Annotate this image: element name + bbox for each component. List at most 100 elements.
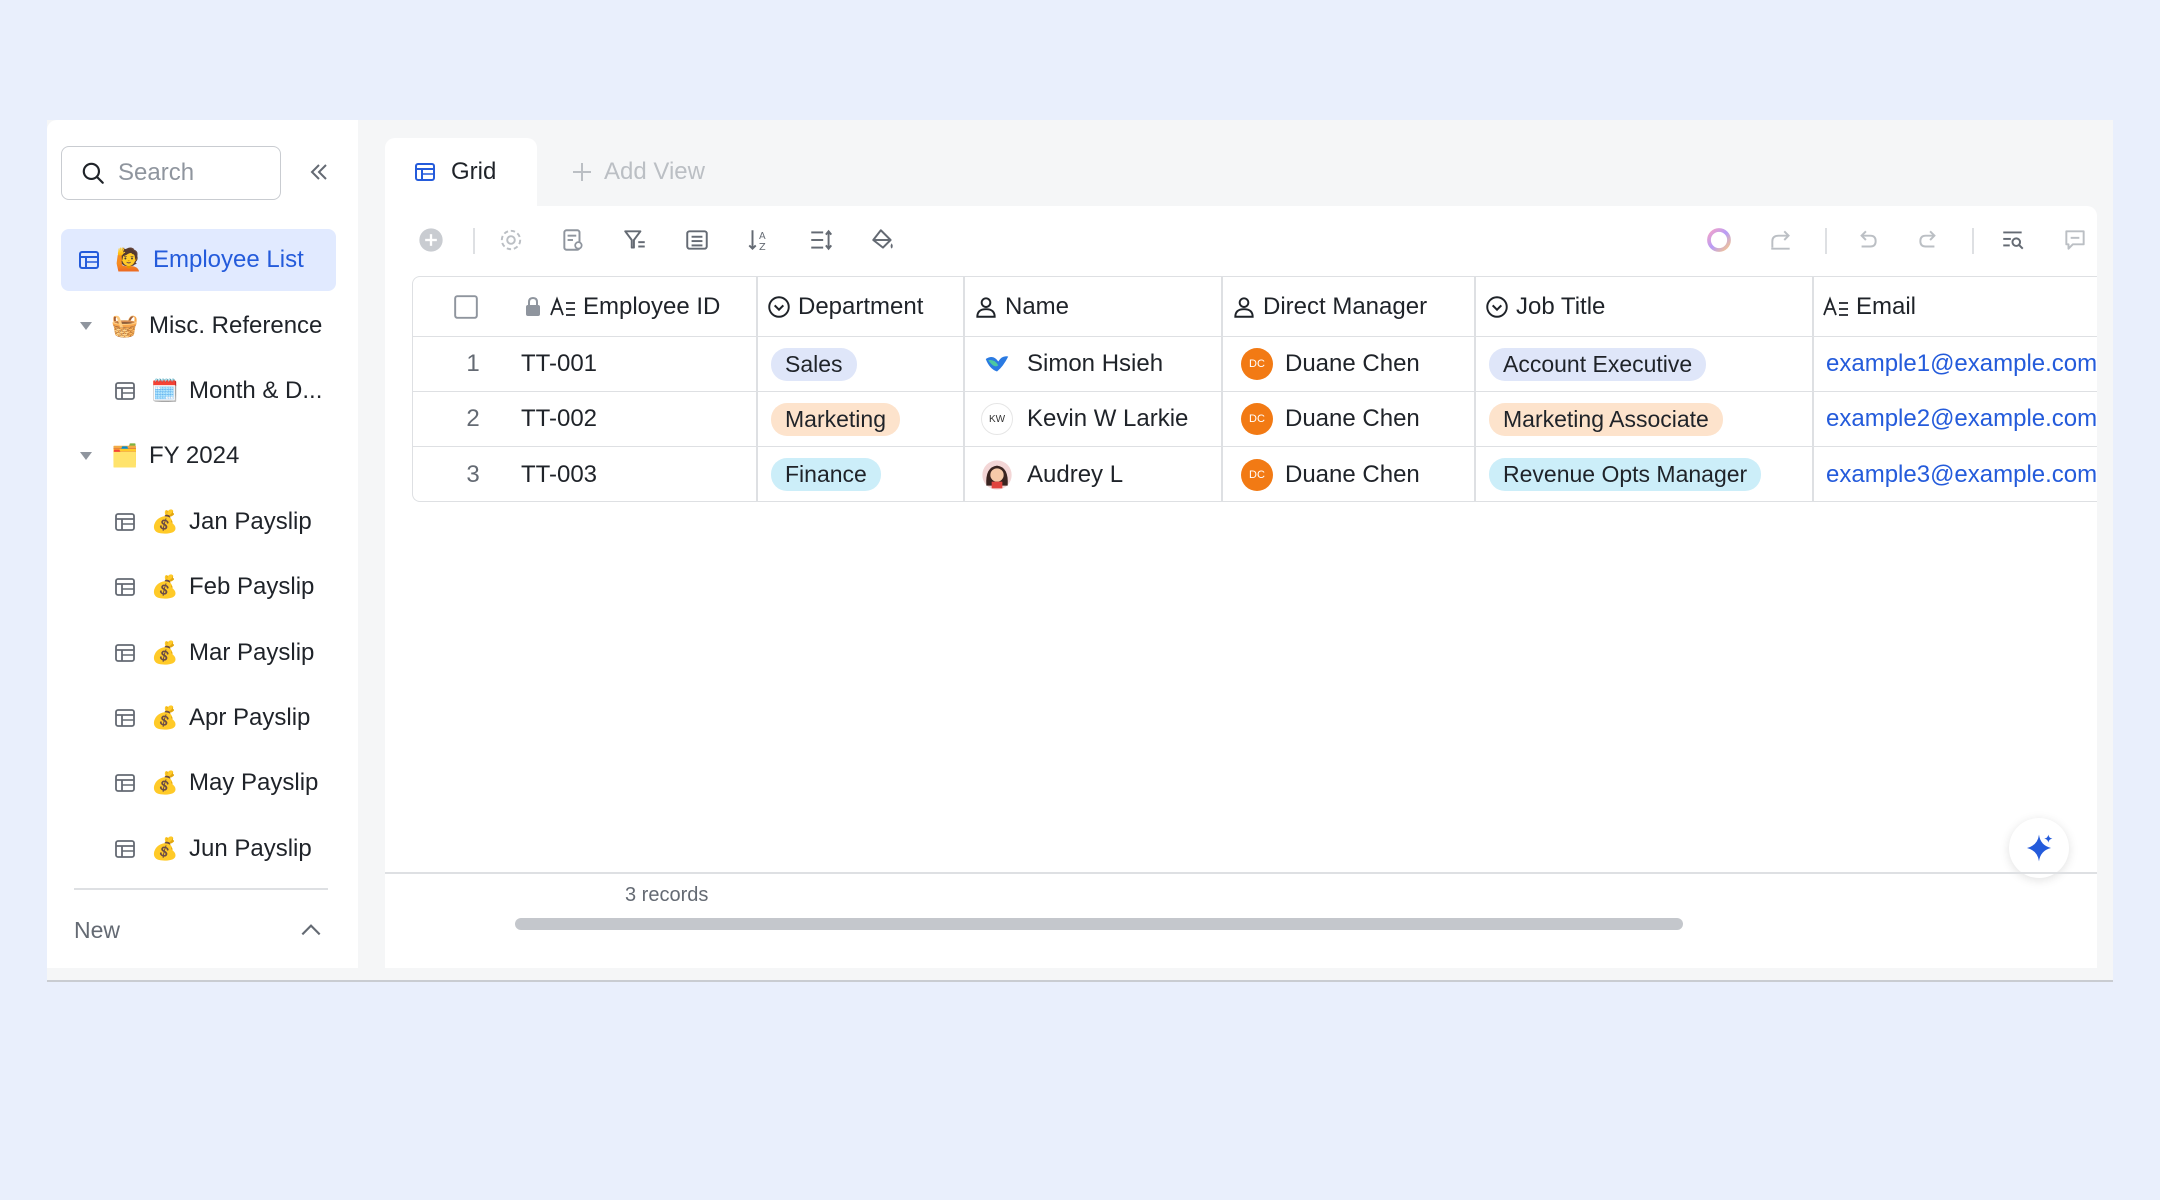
settings-button[interactable] bbox=[491, 220, 531, 260]
column-header-name[interactable]: Name bbox=[963, 277, 1221, 336]
job-title-pill: Account Executive bbox=[1489, 347, 1707, 381]
column-header-label: Name bbox=[1005, 292, 1070, 320]
department-cell[interactable]: Sales bbox=[771, 337, 963, 391]
new-section-toggle[interactable]: New bbox=[74, 910, 324, 950]
caret-down-icon bbox=[75, 320, 97, 332]
job-title-cell[interactable]: Marketing Associate bbox=[1489, 392, 1812, 446]
add-view-button[interactable]: Add View bbox=[570, 148, 705, 196]
grid-sheet-icon bbox=[75, 248, 103, 272]
column-header-label: Direct Manager bbox=[1263, 292, 1428, 320]
avatar bbox=[981, 459, 1013, 491]
sidebar-item-label: Mar Payslip bbox=[189, 639, 315, 666]
department-cell[interactable]: Marketing bbox=[771, 392, 963, 446]
employee-id-cell[interactable]: TT-002 bbox=[521, 392, 756, 446]
group-button[interactable] bbox=[677, 220, 717, 260]
table-row[interactable]: 3 TT-003 Finance Audrey L DC Duane Chen … bbox=[413, 447, 2097, 501]
money-bag-emoji-icon: 💰 bbox=[151, 770, 179, 795]
share-button[interactable] bbox=[1761, 220, 1801, 260]
department-pill: Sales bbox=[771, 347, 857, 381]
column-header-employee-id[interactable]: Employee ID bbox=[513, 277, 756, 336]
sidebar-item-apr-payslip[interactable]: 💰 Apr Payslip bbox=[61, 687, 336, 749]
money-bag-emoji-icon: 💰 bbox=[151, 509, 179, 534]
horizontal-scrollbar[interactable] bbox=[515, 918, 1683, 930]
sidebar-item-feb-payslip[interactable]: 💰 Feb Payslip bbox=[61, 556, 336, 618]
collapse-sidebar-button[interactable] bbox=[301, 154, 337, 190]
manager-cell[interactable]: DC Duane Chen bbox=[1241, 447, 1474, 501]
sidebar-item-label: FY 2024 bbox=[149, 442, 240, 469]
text-field-icon bbox=[1823, 295, 1848, 316]
sidebar-item-jun-payslip[interactable]: 💰 Jun Payslip bbox=[61, 818, 336, 880]
manager-cell[interactable]: DC Duane Chen bbox=[1241, 392, 1474, 446]
column-header-label: Email bbox=[1856, 292, 1917, 320]
sidebar-item-jan-payslip[interactable]: 💰 Jan Payslip bbox=[61, 491, 336, 553]
sidebar-item-label: Apr Payslip bbox=[189, 704, 311, 731]
ai-assistant-toolbar-button[interactable] bbox=[1699, 220, 1739, 260]
name-cell[interactable]: KW Kevin W Larkie bbox=[981, 392, 1221, 446]
select-all-checkbox[interactable] bbox=[453, 277, 493, 336]
sidebar-item-employee-list[interactable]: 🙋 Employee List bbox=[61, 229, 336, 291]
toolbar-divider bbox=[1825, 228, 1827, 254]
add-view-label: Add View bbox=[604, 158, 705, 185]
tab-grid[interactable]: Grid bbox=[385, 138, 537, 206]
column-header-department[interactable]: Department bbox=[756, 277, 963, 336]
grid-sheet-icon bbox=[111, 706, 139, 730]
row-height-button[interactable] bbox=[801, 220, 841, 260]
column-header-label: Department bbox=[798, 292, 924, 320]
add-record-button[interactable] bbox=[411, 220, 451, 260]
sidebar-item-may-payslip[interactable]: 💰 May Payslip bbox=[61, 752, 336, 814]
sidebar: Search 🙋 Employee List 🧺 Misc. Reference… bbox=[47, 120, 358, 968]
column-header-email[interactable]: Email bbox=[1812, 277, 2097, 336]
sidebar-item-month[interactable]: 🗓️ Month & D... bbox=[61, 360, 336, 422]
column-header-direct-manager[interactable]: Direct Manager bbox=[1221, 277, 1474, 336]
search-input[interactable]: Search bbox=[61, 146, 281, 200]
sparkle-icon bbox=[2027, 834, 2053, 862]
employee-id-cell[interactable]: TT-001 bbox=[521, 337, 756, 391]
name-cell[interactable]: Simon Hsieh bbox=[981, 337, 1221, 391]
manager-text: Duane Chen bbox=[1285, 460, 1420, 488]
record-count: 3 records bbox=[625, 884, 709, 906]
employee-emoji-icon: 🙋 bbox=[115, 247, 143, 272]
employee-id-cell[interactable]: TT-003 bbox=[521, 447, 756, 501]
folder-emoji-icon: 🗂️ bbox=[111, 443, 139, 468]
comments-button[interactable] bbox=[2055, 220, 2095, 260]
name-cell[interactable]: Audrey L bbox=[981, 447, 1221, 501]
undo-button[interactable] bbox=[1847, 220, 1887, 260]
table-row[interactable]: 1 TT-001 Sales Simon Hsieh DC Duane Chen… bbox=[413, 337, 2097, 392]
manager-cell[interactable]: DC Duane Chen bbox=[1241, 337, 1474, 391]
search-records-button[interactable] bbox=[1993, 220, 2033, 260]
column-header-job-title[interactable]: Job Title bbox=[1474, 277, 1812, 336]
filter-button[interactable] bbox=[615, 220, 655, 260]
email-cell[interactable]: example3@example.com bbox=[1826, 447, 2097, 501]
manager-text: Duane Chen bbox=[1285, 350, 1420, 377]
job-title-cell[interactable]: Revenue Opts Manager bbox=[1489, 447, 1812, 501]
department-cell[interactable]: Finance bbox=[771, 447, 963, 501]
grid-sheet-icon bbox=[111, 379, 139, 403]
sidebar-folder-fy-2024[interactable]: 🗂️ FY 2024 bbox=[61, 425, 336, 487]
email-cell[interactable]: example2@example.com bbox=[1826, 392, 2097, 446]
job-title-cell[interactable]: Account Executive bbox=[1489, 337, 1812, 391]
double-chevron-left-icon bbox=[310, 164, 327, 180]
email-link[interactable]: example2@example.com bbox=[1826, 405, 2097, 433]
calendar-emoji-icon: 🗓️ bbox=[151, 378, 179, 403]
sidebar-folder-misc-reference[interactable]: 🧺 Misc. Reference bbox=[61, 295, 336, 357]
table-row[interactable]: 2 TT-002 Marketing KW Kevin W Larkie DC … bbox=[413, 392, 2097, 447]
grid-view-icon bbox=[415, 163, 435, 181]
redo-button[interactable] bbox=[1909, 220, 1949, 260]
grid-sheet-icon bbox=[111, 575, 139, 599]
email-cell[interactable]: example1@example.com bbox=[1826, 337, 2097, 391]
single-select-icon bbox=[1486, 295, 1508, 318]
name-text: Audrey L bbox=[1027, 460, 1124, 488]
ai-sparkle-button[interactable] bbox=[2009, 818, 2069, 878]
main-area: Grid Add View A Z Employee ID Department… bbox=[358, 120, 2113, 968]
caret-down-icon bbox=[75, 450, 97, 462]
email-link[interactable]: example1@example.com bbox=[1826, 350, 2097, 378]
tab-label: Grid bbox=[451, 158, 497, 185]
sort-button[interactable]: AZ bbox=[739, 220, 779, 260]
form-button[interactable] bbox=[553, 220, 593, 260]
color-fill-button[interactable] bbox=[863, 220, 903, 260]
sidebar-item-mar-payslip[interactable]: 💰 Mar Payslip bbox=[61, 622, 336, 684]
app-window: Search 🙋 Employee List 🧺 Misc. Reference… bbox=[47, 120, 2113, 982]
sidebar-divider bbox=[74, 888, 328, 890]
list-group-icon bbox=[686, 230, 708, 250]
email-link[interactable]: example3@example.com bbox=[1826, 461, 2097, 489]
